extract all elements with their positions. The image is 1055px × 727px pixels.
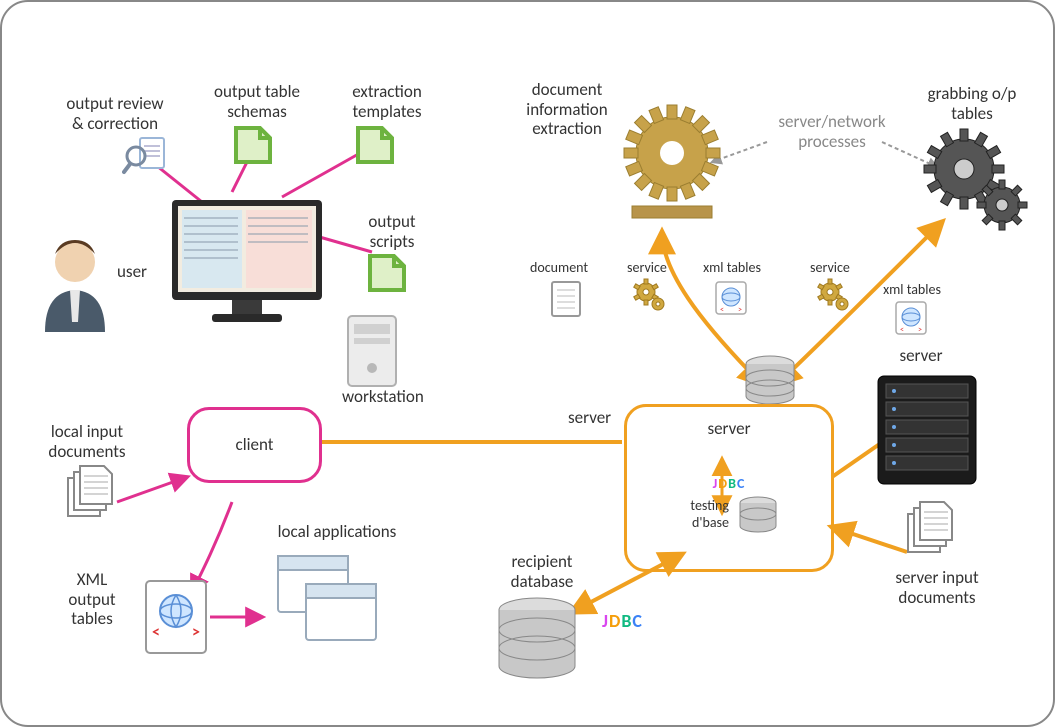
user-icon: [30, 232, 120, 342]
service-gear-icon-1: [632, 278, 668, 314]
label-output-scripts: outputscripts: [352, 212, 432, 251]
xml-globe-icon-1: <>: [714, 280, 750, 318]
green-doc-icon-3: [364, 250, 410, 296]
label-service-2: service: [810, 260, 850, 276]
label-grabbing-op-tables: grabbing o/ptables: [912, 84, 1032, 123]
monitor-icon: [162, 192, 332, 332]
label-recipient-database: recipientdatabase: [492, 552, 592, 591]
svg-text:>: >: [192, 623, 200, 642]
doc-stack-icon-1: [62, 464, 122, 528]
db-testing-icon: [737, 496, 779, 534]
label-server-network-processes: server/networkprocesses: [762, 112, 902, 151]
db-top-icon: [742, 354, 798, 408]
dark-gears-icon: [922, 127, 1032, 237]
svg-text:>: >: [918, 325, 922, 335]
green-doc-icon-2: [352, 122, 398, 168]
client-box: client: [187, 407, 322, 483]
xml-file-icon: < >: [140, 577, 212, 657]
label-client: client: [236, 435, 274, 455]
label-xml-tables-2: xml tables: [872, 282, 952, 298]
svg-text:>: >: [738, 305, 742, 315]
svg-text:<: <: [900, 325, 904, 335]
label-extraction-templates: extractiontemplates: [332, 82, 442, 121]
diagram-frame: output review& correction output tablesc…: [0, 0, 1055, 727]
label-user: user: [117, 262, 147, 282]
magnifier-doc-icon: [122, 132, 170, 176]
tower-icon: [342, 312, 402, 392]
svg-text:<: <: [152, 623, 160, 642]
label-xml-tables-1: xml tables: [692, 260, 772, 276]
label-jdbc-outer: JDBC: [602, 610, 643, 632]
label-server-right: server: [886, 346, 956, 366]
label-service-1: service: [627, 260, 667, 276]
svg-text:<: <: [720, 305, 724, 315]
label-server-input-documents: server inputdocuments: [872, 568, 1002, 607]
label-server-left: server: [568, 408, 611, 428]
label-local-applications: local applications: [262, 522, 412, 542]
label-server-inner: server: [707, 419, 750, 439]
label-workstation: workstation: [342, 387, 424, 407]
label-local-input-documents: local inputdocuments: [32, 422, 142, 461]
green-doc-icon-1: [230, 122, 276, 168]
label-testing-dbase: testingd'base: [679, 498, 729, 530]
service-gear-icon-2: [816, 278, 852, 314]
label-jdbc-inner: JDBC: [713, 475, 746, 492]
xml-globe-icon-2: <>: [894, 300, 930, 338]
gold-gear-icon: [612, 98, 732, 228]
label-output-review: output review& correction: [40, 94, 190, 133]
server-box: server JDBC testingd'base: [624, 404, 834, 572]
db-recipient-icon: [492, 596, 582, 682]
label-document: document: [530, 260, 588, 276]
doc-sheet-icon: [550, 280, 584, 320]
server-rack-icon: [872, 370, 982, 490]
app-windows-icon: [272, 550, 382, 650]
label-output-table-schemas: output tableschemas: [202, 82, 312, 121]
doc-stack-icon-2: [902, 500, 962, 564]
label-xml-output-tables: XMLoutputtables: [52, 570, 132, 629]
